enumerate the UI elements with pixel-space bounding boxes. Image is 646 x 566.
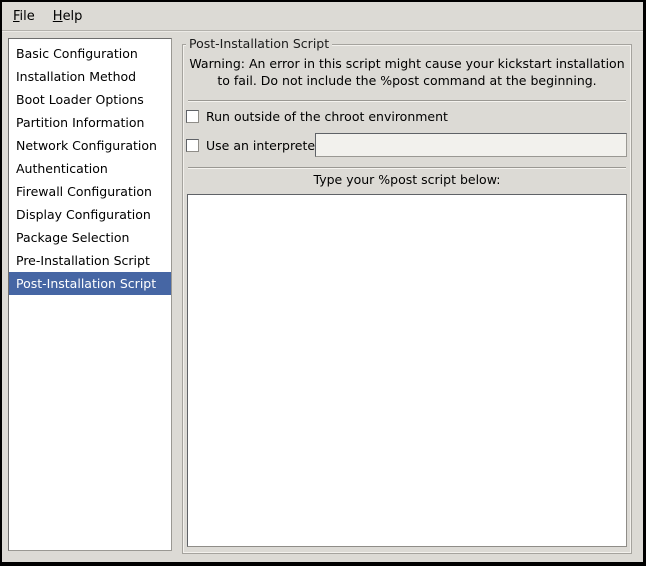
- sidebar-item-installation-method[interactable]: Installation Method: [9, 65, 171, 88]
- chroot-checkbox[interactable]: [186, 110, 199, 123]
- separator: [188, 100, 626, 102]
- chroot-checkbox-row[interactable]: Run outside of the chroot environment: [186, 109, 448, 124]
- sidebar-item-firewall-configuration[interactable]: Firewall Configuration: [9, 180, 171, 203]
- frame-title: Post-Installation Script: [186, 36, 332, 51]
- sidebar-item-package-selection[interactable]: Package Selection: [9, 226, 171, 249]
- interpreter-checkbox[interactable]: [186, 139, 199, 152]
- separator: [188, 167, 626, 169]
- interpreter-entry[interactable]: [315, 133, 627, 157]
- sidebar-item-basic-configuration[interactable]: Basic Configuration: [9, 42, 171, 65]
- sidebar-item-network-configuration[interactable]: Network Configuration: [9, 134, 171, 157]
- post-script-textarea[interactable]: [187, 194, 627, 547]
- sidebar-item-authentication[interactable]: Authentication: [9, 157, 171, 180]
- section-list: Basic Configuration Installation Method …: [8, 38, 172, 551]
- warning-line2: to fail. Do not include the %post comman…: [183, 72, 631, 89]
- chroot-checkbox-label: Run outside of the chroot environment: [206, 109, 448, 124]
- menubar: File Help: [2, 2, 643, 31]
- sidebar-item-partition-information[interactable]: Partition Information: [9, 111, 171, 134]
- post-installation-frame: Post-Installation Script Warning: An err…: [182, 44, 632, 554]
- warning-label: Warning: An error in this script might c…: [183, 55, 631, 89]
- menu-help-rest: elp: [63, 9, 83, 24]
- kickstart-configurator-window: File Help Basic Configuration Installati…: [2, 2, 643, 562]
- sidebar-item-pre-installation-script[interactable]: Pre-Installation Script: [9, 249, 171, 272]
- sidebar-item-boot-loader-options[interactable]: Boot Loader Options: [9, 88, 171, 111]
- sidebar-item-display-configuration[interactable]: Display Configuration: [9, 203, 171, 226]
- menu-help-accel: H: [53, 9, 63, 24]
- warning-line1: Warning: An error in this script might c…: [183, 55, 631, 72]
- menu-help[interactable]: Help: [44, 5, 92, 28]
- menu-file[interactable]: File: [4, 5, 44, 28]
- interpreter-checkbox-row[interactable]: Use an interpreter:: [186, 138, 324, 153]
- script-area-label: Type your %post script below:: [183, 172, 631, 187]
- sidebar-item-post-installation-script[interactable]: Post-Installation Script: [9, 272, 171, 295]
- menu-file-rest: ile: [20, 9, 35, 24]
- interpreter-checkbox-label: Use an interpreter:: [206, 138, 324, 153]
